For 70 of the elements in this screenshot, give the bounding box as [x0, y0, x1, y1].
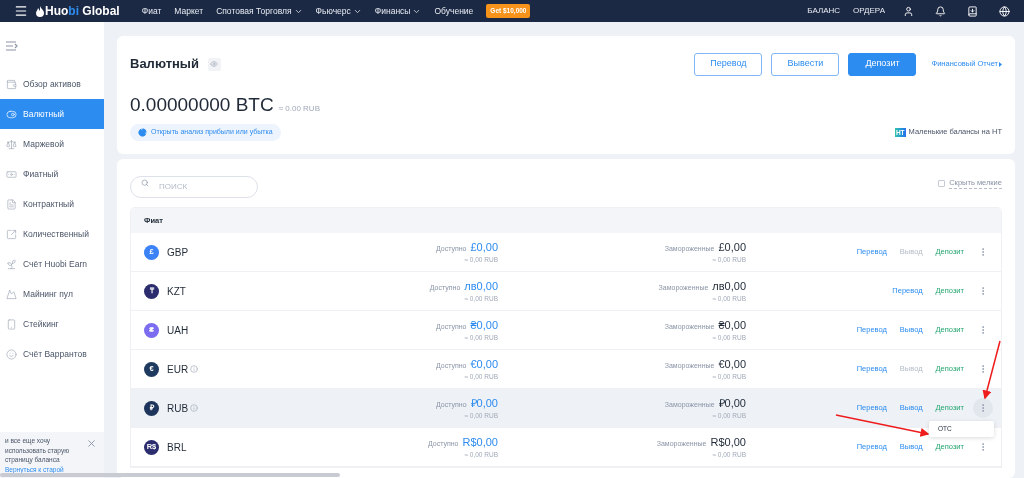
- frozen-amount: €0,00: [718, 356, 746, 372]
- caret-right-icon: [999, 61, 1002, 67]
- sidebar-item[interactable]: Счёт Варрантов: [0, 339, 104, 369]
- nav-link[interactable]: Маркет: [174, 4, 204, 18]
- logo[interactable]: Huobi Global: [36, 2, 120, 20]
- download-icon[interactable]: [967, 5, 978, 17]
- flame-icon: [36, 5, 44, 17]
- action-button[interactable]: Вывести: [771, 52, 840, 76]
- available-amount: ₽0,00: [470, 395, 498, 411]
- sidebar-item[interactable]: Счёт Huobi Earn: [0, 249, 104, 279]
- checkbox[interactable]: [938, 179, 946, 187]
- frozen-amount: лв0,00: [712, 278, 746, 294]
- currency-code: EUR: [167, 362, 189, 377]
- nav-link[interactable]: Финансы: [374, 4, 422, 18]
- wallet-icon: [6, 78, 17, 90]
- available-amount: €0,00: [470, 356, 498, 372]
- phone-icon: [6, 318, 17, 330]
- sidebar-item[interactable]: Фиатный: [0, 159, 104, 189]
- sidebar-item[interactable]: Контрактный: [0, 189, 104, 219]
- external-link-icon: [6, 228, 17, 240]
- sidebar-item[interactable]: Маржевой: [0, 129, 104, 159]
- sidebar-item[interactable]: Майнинг пул: [0, 279, 104, 309]
- frozen-amount: £0,00: [718, 239, 746, 255]
- currency-code: UAH: [167, 323, 189, 338]
- page-title: Валютный: [130, 55, 199, 74]
- balance-fiat: ≈ 0.00 RUB: [278, 103, 320, 115]
- sprout-icon: [6, 258, 17, 270]
- balance-amount: 0.00000000 BTC: [130, 93, 274, 117]
- nav-link[interactable]: Фьючерс: [315, 4, 362, 18]
- info-icon[interactable]: [190, 365, 199, 373]
- close-icon[interactable]: [86, 438, 97, 449]
- bell-icon[interactable]: [935, 5, 946, 17]
- mountain-icon: [6, 288, 17, 300]
- annotation-arrow: [982, 340, 1001, 400]
- user-icon[interactable]: [903, 5, 914, 17]
- search-icon: [141, 179, 149, 187]
- currency-code: BRL: [167, 440, 187, 455]
- collapse-icon[interactable]: [6, 40, 18, 51]
- nav-link[interactable]: Обучение: [434, 4, 474, 18]
- available-amount: лв0,00: [464, 278, 498, 294]
- sidebar-item[interactable]: Количественный: [0, 219, 104, 249]
- smile-icon: [6, 348, 17, 360]
- available-amount: ₴0,00: [470, 317, 498, 333]
- info-icon[interactable]: [190, 404, 199, 412]
- menu-icon[interactable]: [14, 4, 28, 18]
- frozen-amount: ₴0,00: [718, 317, 746, 333]
- sidebar-item[interactable]: Обзор активов: [0, 69, 104, 99]
- banknote-icon: [6, 168, 17, 180]
- nav-link[interactable]: Спотовая Торговля: [216, 4, 303, 18]
- nav-link[interactable]: Фиат: [141, 4, 162, 18]
- frozen-amount: R$0,00: [710, 434, 746, 450]
- sidebar-item[interactable]: Стейкинг: [0, 309, 104, 339]
- pie-chart-icon: [138, 127, 147, 137]
- globe-icon[interactable]: [999, 5, 1010, 17]
- currency-code: KZT: [167, 284, 186, 299]
- toggle-icon: [6, 108, 17, 120]
- available-amount: £0,00: [470, 239, 498, 255]
- available-amount: R$0,00: [462, 434, 498, 450]
- currency-code: RUB: [167, 401, 189, 416]
- eye-icon[interactable]: [207, 57, 221, 71]
- scale-icon: [6, 138, 17, 150]
- document-icon: [6, 198, 17, 210]
- frozen-amount: ₽0,00: [718, 395, 746, 411]
- more-icon[interactable]: [972, 398, 993, 418]
- nav-link[interactable]: ОРДЕРА: [853, 5, 885, 17]
- scrollbar[interactable]: [0, 473, 340, 477]
- nav-link[interactable]: БАЛАНС: [807, 5, 841, 17]
- search-field[interactable]: ПОИСК: [130, 175, 258, 198]
- action-button[interactable]: Перевод: [694, 52, 763, 76]
- currency-code: GBP: [167, 245, 189, 260]
